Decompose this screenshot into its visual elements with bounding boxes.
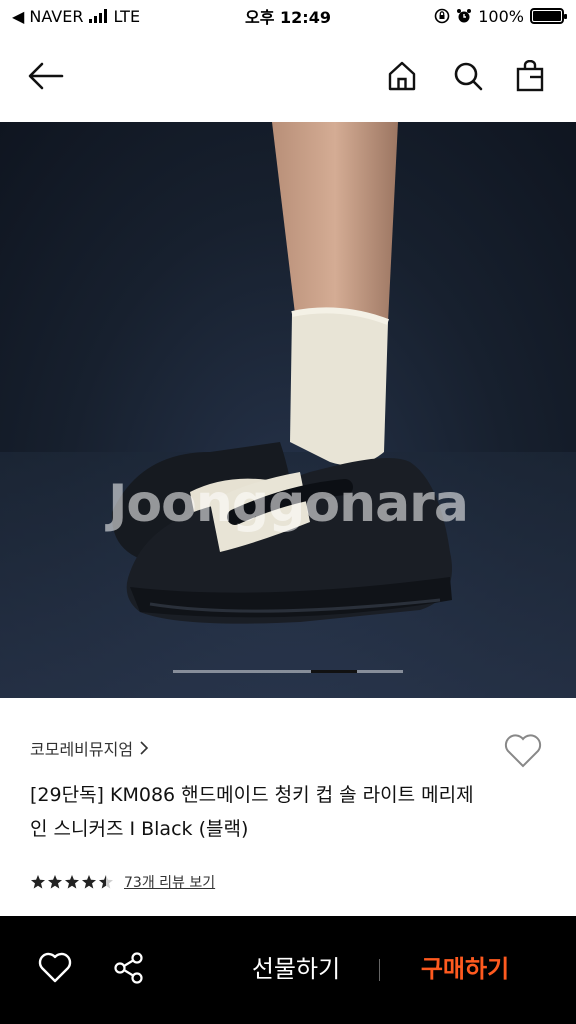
arrow-left-icon: [28, 62, 64, 90]
cart-button[interactable]: [508, 54, 552, 98]
heart-icon: [504, 734, 542, 768]
top-nav-bar: [0, 32, 576, 122]
share-button[interactable]: [107, 946, 151, 990]
status-bar: ◀ NAVER LTE 오후 12:49 100%: [0, 0, 576, 32]
gallery-indicator-active: [311, 670, 357, 673]
bottom-action-bar: 선물하기 구매하기: [0, 916, 576, 1024]
brand-link[interactable]: 코모레비뮤지엄: [30, 736, 149, 760]
watermark: Joonggonara: [108, 474, 469, 534]
search-button[interactable]: [446, 54, 490, 98]
home-button[interactable]: [380, 54, 424, 98]
divider: [379, 959, 380, 981]
battery-percent: 100%: [478, 6, 524, 26]
star-icon: [31, 875, 45, 889]
review-link[interactable]: 73개 리뷰 보기: [124, 872, 215, 892]
wishlist-button[interactable]: [500, 728, 546, 774]
brand-name: 코모레비뮤지엄: [30, 740, 134, 759]
back-to-app-link[interactable]: ◀ NAVER: [12, 7, 83, 26]
signal-icon: [89, 9, 108, 23]
network-type: LTE: [113, 6, 141, 26]
product-image[interactable]: [0, 122, 576, 698]
share-icon: [114, 952, 143, 984]
alarm-icon: [457, 9, 472, 23]
chevron-right-icon: [140, 741, 149, 755]
gallery-indicator-track: [173, 670, 403, 673]
home-icon: [388, 61, 416, 91]
product-title: [29단독] KM086 핸드메이드 청키 컵 솔 라이트 메리제인 스니커즈 …: [30, 784, 474, 840]
buy-button[interactable]: 구매하기: [400, 946, 530, 992]
star-icon: [99, 875, 113, 889]
star-icon: [65, 875, 79, 889]
rating-row: 73개 리뷰 보기: [30, 872, 215, 892]
gift-button[interactable]: 선물하기: [226, 946, 366, 992]
star-icon: [82, 875, 96, 889]
wish-button[interactable]: [33, 946, 77, 990]
star-rating: [30, 874, 114, 890]
heart-icon: [38, 952, 72, 983]
back-button[interactable]: [24, 54, 68, 98]
rotation-lock-icon: [434, 8, 450, 24]
product-photo: [0, 122, 576, 698]
star-icon: [48, 875, 62, 889]
shopping-bag-icon: [516, 60, 544, 92]
search-icon: [454, 62, 483, 91]
battery-icon: [530, 8, 567, 24]
